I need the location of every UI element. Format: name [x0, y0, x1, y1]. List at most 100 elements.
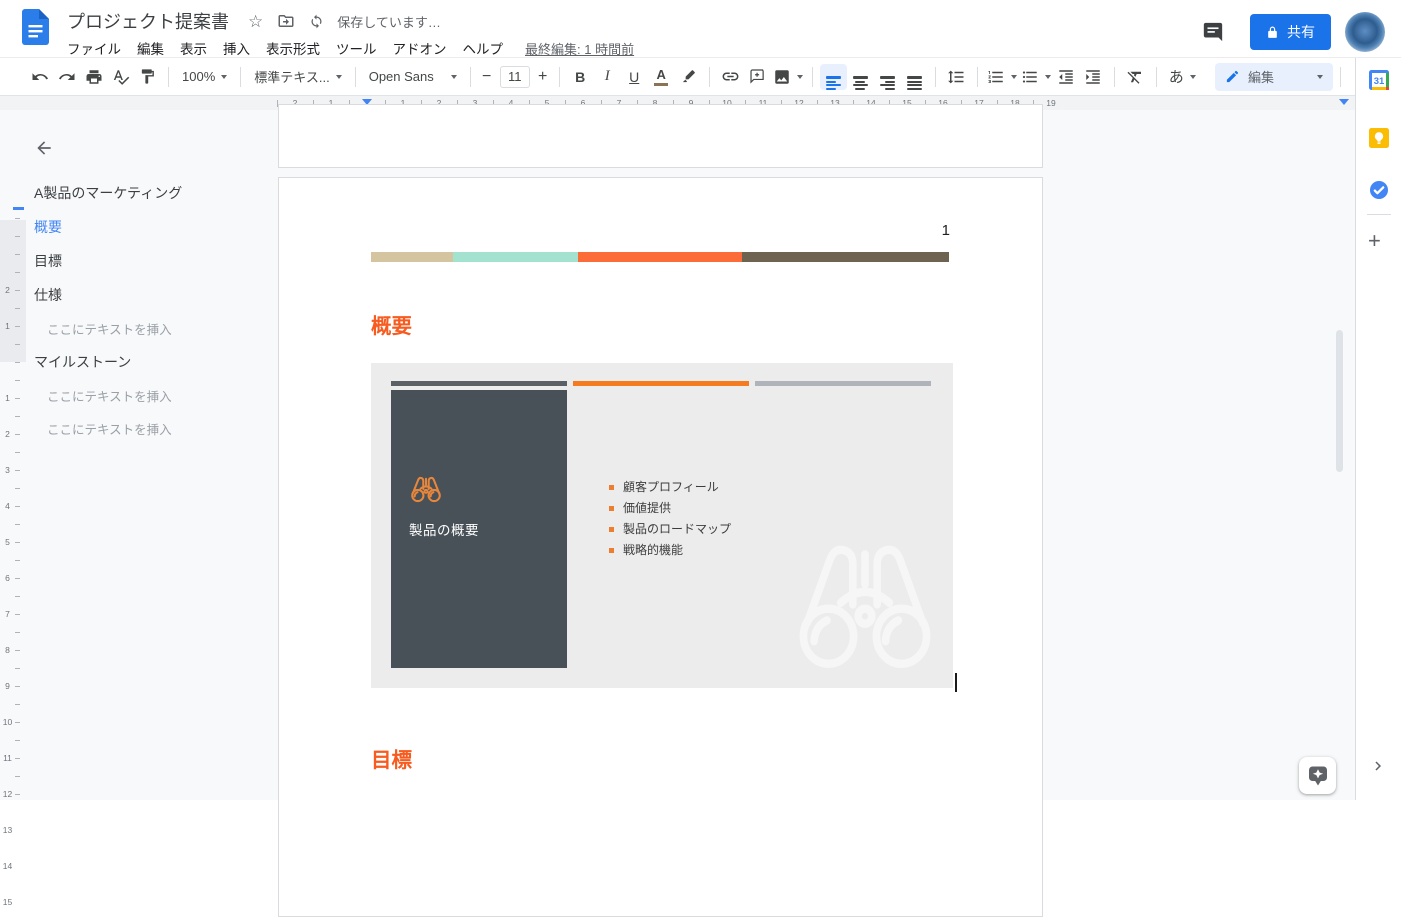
numbered-list-button[interactable] — [985, 64, 1019, 90]
outline-item-overview[interactable]: 概要 — [28, 210, 258, 244]
styles-select[interactable]: 標準テキス... — [248, 64, 347, 90]
menu-file[interactable]: ファイル — [67, 36, 129, 60]
toolbar: 100% 標準テキス... Open Sans − 11 + B I U A — [0, 58, 1401, 96]
italic-button[interactable]: I — [594, 64, 621, 90]
print-button[interactable] — [80, 64, 107, 90]
vertical-ruler[interactable]: 21123456789101112131415 — [0, 220, 26, 800]
google-calendar-icon[interactable]: 31 — [1369, 70, 1389, 90]
undo-button[interactable] — [26, 64, 53, 90]
menu-tools[interactable]: ツール — [328, 36, 385, 60]
outline-item-goals[interactable]: 目標 — [28, 244, 258, 278]
lock-icon — [1266, 26, 1279, 39]
align-left-button[interactable] — [820, 64, 847, 90]
chevron-down-icon — [1190, 75, 1196, 79]
header: プロジェクト提案書 ☆ 保存しています… ファイル 編集 表示 挿入 表示形式 … — [0, 0, 1401, 58]
side-panel-rail: 31 + — [1355, 58, 1401, 800]
menu-edit[interactable]: 編集 — [129, 36, 172, 60]
open-comments-icon[interactable] — [1202, 21, 1224, 43]
share-button-label: 共有 — [1287, 22, 1315, 42]
move-folder-icon[interactable] — [277, 12, 295, 30]
align-right-button[interactable] — [874, 64, 901, 90]
explore-button[interactable] — [1299, 757, 1336, 794]
menu-view[interactable]: 表示 — [172, 36, 215, 60]
menu-help[interactable]: ヘルプ — [455, 36, 512, 60]
text-color-button[interactable]: A — [648, 64, 675, 90]
menu-addons[interactable]: アドオン — [385, 36, 455, 60]
right-indent-marker[interactable] — [1339, 99, 1349, 105]
document-canvas: 1 概要 — [0, 110, 1355, 800]
share-button[interactable]: 共有 — [1250, 14, 1331, 50]
document-outline: A製品のマーケティング 概要 目標 仕様 ここにテキストを挿入 マイルストーン … — [28, 130, 258, 445]
divider-segment — [742, 252, 949, 262]
outline-item-placeholder[interactable]: ここにテキストを挿入 — [28, 379, 258, 412]
slide-top-bar-dark — [391, 381, 567, 386]
insert-image-button[interactable] — [771, 64, 805, 90]
saving-status: 保存しています… — [337, 12, 441, 31]
account-avatar[interactable] — [1345, 12, 1385, 52]
align-center-button[interactable] — [847, 64, 874, 90]
outline-item-milestones[interactable]: マイルストーン — [28, 345, 258, 379]
font-select[interactable]: Open Sans — [363, 64, 463, 90]
decrease-indent-button[interactable] — [1053, 64, 1080, 90]
increase-indent-button[interactable] — [1080, 64, 1107, 90]
get-addons-button[interactable]: + — [1368, 230, 1381, 252]
google-tasks-icon[interactable] — [1369, 180, 1389, 200]
menu-bar: ファイル 編集 表示 挿入 表示形式 ツール アドオン ヘルプ 最終編集: 1 … — [67, 36, 1202, 60]
close-outline-back-arrow[interactable] — [34, 138, 54, 158]
page-2[interactable]: 1 概要 — [278, 177, 1043, 917]
ruler-ticks — [15, 218, 20, 800]
last-edit-link[interactable]: 最終編集: 1 時間前 — [525, 39, 634, 58]
insert-link-button[interactable] — [717, 64, 744, 90]
clear-formatting-button[interactable] — [1122, 64, 1149, 90]
highlight-color-button[interactable] — [675, 64, 702, 90]
list-item: 戦略的機能 — [609, 542, 731, 563]
spellcheck-button[interactable] — [107, 64, 134, 90]
embedded-slide-image[interactable]: 製品の概要 顧客プロフィール 価値提供 製品のロードマップ 戦略的機能 — [371, 363, 953, 688]
menu-insert[interactable]: 挿入 — [215, 36, 258, 60]
outline-item-a-product-marketing[interactable]: A製品のマーケティング — [28, 176, 258, 210]
line-spacing-button[interactable] — [943, 64, 970, 90]
bulleted-list-button[interactable] — [1019, 64, 1053, 90]
menu-format[interactable]: 表示形式 — [258, 36, 328, 60]
hide-side-panel-button[interactable] — [1369, 757, 1387, 780]
paint-format-button[interactable] — [134, 64, 161, 90]
document-title[interactable]: プロジェクト提案書 — [67, 8, 229, 34]
outline-item-placeholder[interactable]: ここにテキストを挿入 — [28, 412, 258, 445]
vertical-scrollbar[interactable] — [1336, 330, 1343, 472]
font-size-increase-button[interactable]: + — [534, 64, 552, 90]
goals-heading[interactable]: 目標 — [371, 748, 412, 774]
bullet-square-icon — [609, 548, 614, 553]
page-1[interactable] — [278, 104, 1043, 168]
underline-button[interactable]: U — [621, 64, 648, 90]
list-item: 価値提供 — [609, 500, 731, 521]
add-comment-button[interactable] — [744, 64, 771, 90]
chevron-down-icon — [336, 75, 342, 79]
divider-segment — [371, 252, 453, 262]
slide-top-bar-gray — [755, 381, 931, 386]
outline-item-placeholder[interactable]: ここにテキストを挿入 — [28, 312, 258, 345]
google-keep-icon[interactable] — [1369, 128, 1389, 148]
input-tools-button[interactable]: あ — [1164, 64, 1201, 90]
redo-button[interactable] — [53, 64, 80, 90]
slide-bullet-list: 顧客プロフィール 価値提供 製品のロードマップ 戦略的機能 — [609, 479, 731, 563]
overview-heading[interactable]: 概要 — [371, 314, 412, 340]
font-size-input[interactable]: 11 — [500, 66, 530, 88]
page-number: 1 — [279, 222, 950, 239]
editing-mode-button[interactable]: 編集 — [1215, 63, 1333, 91]
docs-logo-icon[interactable] — [22, 9, 49, 50]
zoom-select[interactable]: 100% — [176, 64, 233, 90]
chevron-down-icon — [221, 75, 227, 79]
saving-sync-icon — [309, 14, 324, 29]
slide-top-bar-orange — [573, 381, 749, 386]
slide-side-panel: 製品の概要 — [391, 390, 567, 668]
justify-button[interactable] — [901, 64, 928, 90]
outline-item-specs[interactable]: 仕様 — [28, 278, 258, 312]
bold-button[interactable]: B — [567, 64, 594, 90]
chevron-down-icon — [1011, 75, 1017, 79]
rail-divider — [1367, 214, 1391, 215]
font-size-decrease-button[interactable]: − — [478, 64, 496, 90]
chevron-down-icon — [451, 75, 457, 79]
pencil-icon — [1225, 69, 1240, 84]
chevron-down-icon — [797, 75, 803, 79]
star-icon[interactable]: ☆ — [248, 13, 263, 30]
